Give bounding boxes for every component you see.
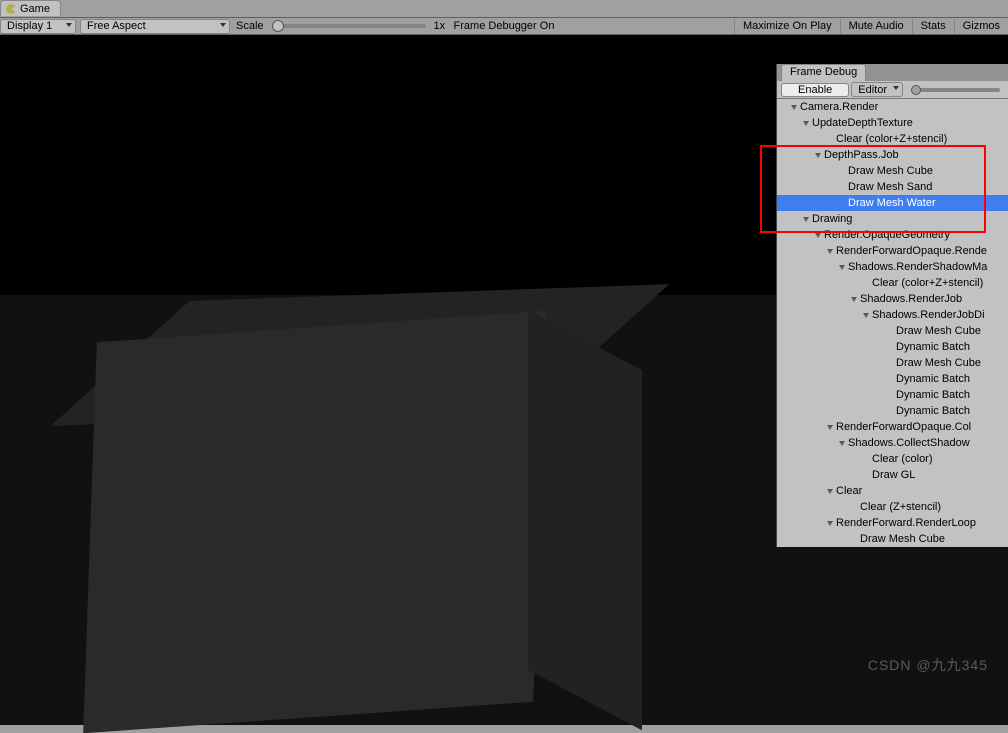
tab-frame-debug[interactable]: Frame Debug	[781, 64, 866, 81]
tree-row[interactable]: Dynamic Batch	[777, 339, 1008, 355]
expand-arrow-icon[interactable]	[827, 249, 833, 254]
tree-item-label: DepthPass.Job	[824, 149, 899, 161]
tree-item-label: Shadows.RenderJob	[860, 293, 962, 305]
tree-row[interactable]: Draw Mesh Cube	[777, 531, 1008, 547]
expand-arrow-icon[interactable]	[791, 105, 797, 110]
aspect-dropdown[interactable]: Free Aspect	[80, 19, 230, 34]
expand-arrow-icon[interactable]	[827, 521, 833, 526]
scene-cube-side	[528, 310, 642, 731]
tree-item-label: Shadows.RenderJobDi	[872, 309, 985, 321]
pacman-icon	[5, 3, 17, 15]
scene-cube-front	[83, 311, 547, 733]
mini-slider-thumb[interactable]	[911, 85, 921, 95]
tree-row[interactable]: Render.OpaqueGeometry	[777, 227, 1008, 243]
tree-row[interactable]: Shadows.RenderJob	[777, 291, 1008, 307]
tree-item-label: Render.OpaqueGeometry	[824, 229, 950, 241]
expand-arrow-icon[interactable]	[815, 153, 821, 158]
slider-thumb[interactable]	[272, 20, 284, 32]
tree-item-label: Dynamic Batch	[896, 389, 970, 401]
panel-toolbar: Enable Editor	[777, 81, 1008, 99]
stats-button[interactable]: Stats	[912, 19, 954, 34]
editor-dropdown[interactable]: Editor	[851, 82, 903, 97]
expand-arrow-icon[interactable]	[827, 425, 833, 430]
tree-item-label: Dynamic Batch	[896, 341, 970, 353]
tree-item-label: Draw Mesh Cube	[848, 165, 933, 177]
tree-item-label: Camera.Render	[800, 101, 878, 113]
expand-arrow-icon[interactable]	[815, 233, 821, 238]
tree-item-label: Draw Mesh Sand	[848, 181, 932, 193]
tree-item-label: RenderForward.RenderLoop	[836, 517, 976, 529]
expand-arrow-icon[interactable]	[851, 297, 857, 302]
tree-item-label: Drawing	[812, 213, 852, 225]
expand-arrow-icon[interactable]	[863, 313, 869, 318]
expand-arrow-icon[interactable]	[839, 441, 845, 446]
event-slider[interactable]	[913, 88, 1000, 92]
tree-item-label: RenderForwardOpaque.Rende	[836, 245, 987, 257]
expand-arrow-icon[interactable]	[839, 265, 845, 270]
mute-audio-button[interactable]: Mute Audio	[840, 19, 912, 34]
expand-arrow-icon[interactable]	[803, 121, 809, 126]
frame-debug-status: Frame Debugger On	[454, 20, 555, 32]
tree-row[interactable]: Draw GL	[777, 467, 1008, 483]
aspect-value: Free Aspect	[87, 20, 146, 32]
tree-row[interactable]: Clear (color+Z+stencil)	[777, 131, 1008, 147]
tree-row[interactable]: Clear (color+Z+stencil)	[777, 275, 1008, 291]
tree-item-label: Clear (color)	[872, 453, 933, 465]
game-toolbar: Display 1 Free Aspect Scale 1x Frame Deb…	[0, 17, 1008, 35]
tree-row[interactable]: Draw Mesh Water	[777, 195, 1008, 211]
enable-button[interactable]: Enable	[781, 83, 849, 97]
tree-item-label: Shadows.RenderShadowMa	[848, 261, 987, 273]
tree-row[interactable]: Draw Mesh Cube	[777, 355, 1008, 371]
tree-row[interactable]: Clear (Z+stencil)	[777, 499, 1008, 515]
tab-bar: Game	[0, 0, 1008, 17]
tree-row[interactable]: Camera.Render	[777, 99, 1008, 115]
tree-item-label: Clear (color+Z+stencil)	[836, 133, 947, 145]
tree-row[interactable]: Shadows.CollectShadow	[777, 435, 1008, 451]
tree-row[interactable]: Shadows.RenderJobDi	[777, 307, 1008, 323]
tree-row[interactable]: UpdateDepthTexture	[777, 115, 1008, 131]
tree-row[interactable]: Draw Mesh Sand	[777, 179, 1008, 195]
tree-row[interactable]: Clear (color)	[777, 451, 1008, 467]
tab-game[interactable]: Game	[0, 0, 61, 16]
tree-row[interactable]: Draw Mesh Cube	[777, 323, 1008, 339]
tree-item-label: Clear (color+Z+stencil)	[872, 277, 983, 289]
draw-call-tree[interactable]: Camera.Render UpdateDepthTexture Clear (co…	[777, 99, 1008, 547]
tree-row[interactable]: RenderForward.RenderLoop	[777, 515, 1008, 531]
panel-tab-row: Frame Debug	[777, 64, 1008, 81]
tree-item-label: Dynamic Batch	[896, 373, 970, 385]
tree-item-label: RenderForwardOpaque.Col	[836, 421, 971, 433]
maximize-on-play-button[interactable]: Maximize On Play	[734, 19, 840, 34]
scale-slider[interactable]	[276, 24, 426, 28]
tree-item-label: Draw GL	[872, 469, 915, 481]
tree-row[interactable]: RenderForwardOpaque.Col	[777, 419, 1008, 435]
scale-label: Scale	[236, 20, 264, 32]
tree-item-label: Clear	[836, 485, 862, 497]
tree-item-label: Draw Mesh Cube	[896, 325, 981, 337]
tree-row[interactable]: Draw Mesh Cube	[777, 163, 1008, 179]
tree-row[interactable]: Shadows.RenderShadowMa	[777, 259, 1008, 275]
tree-row[interactable]: Clear	[777, 483, 1008, 499]
display-value: Display 1	[7, 20, 52, 32]
tree-item-label: Draw Mesh Water	[848, 197, 936, 209]
tree-row[interactable]: Dynamic Batch	[777, 371, 1008, 387]
tree-row[interactable]: Dynamic Batch	[777, 387, 1008, 403]
gizmos-button[interactable]: Gizmos	[954, 19, 1008, 34]
tab-label: Game	[20, 3, 50, 15]
tree-item-label: Draw Mesh Cube	[860, 533, 945, 545]
tree-item-label: Dynamic Batch	[896, 405, 970, 417]
display-dropdown[interactable]: Display 1	[0, 19, 76, 34]
expand-arrow-icon[interactable]	[803, 217, 809, 222]
tree-item-label: Draw Mesh Cube	[896, 357, 981, 369]
tree-row[interactable]: Drawing	[777, 211, 1008, 227]
tree-item-label: Clear (Z+stencil)	[860, 501, 941, 513]
tree-row[interactable]: RenderForwardOpaque.Rende	[777, 243, 1008, 259]
tree-item-label: UpdateDepthTexture	[812, 117, 913, 129]
tree-row[interactable]: Dynamic Batch	[777, 403, 1008, 419]
expand-arrow-icon[interactable]	[827, 489, 833, 494]
frame-debug-panel: Frame Debug Enable Editor Camera.Render U…	[776, 64, 1008, 547]
tree-row[interactable]: DepthPass.Job	[777, 147, 1008, 163]
tree-item-label: Shadows.CollectShadow	[848, 437, 970, 449]
scale-value: 1x	[434, 20, 446, 32]
watermark: CSDN @九九345	[868, 655, 988, 675]
